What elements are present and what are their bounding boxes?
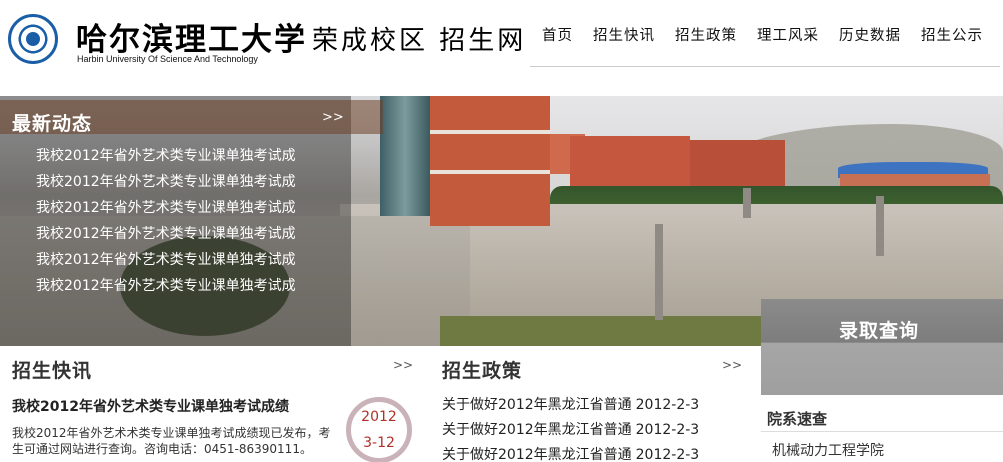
banner-lamp	[743, 188, 751, 218]
latest-news-panel: 最新动态 >> 我校2012年省外艺术类专业课单独考试成 我校2012年省外艺术…	[0, 96, 383, 346]
nav-history-data[interactable]: 历史数据	[829, 24, 911, 45]
university-name-en: Harbin University Of Science And Technol…	[77, 54, 258, 64]
banner-glass-facade	[380, 96, 430, 216]
policy-item-title: 关于做好2012年黑龙江省普通	[442, 447, 632, 462]
banner-building	[690, 140, 785, 188]
admission-policy-more-link[interactable]: >>	[722, 358, 742, 372]
latest-news-title: 最新动态	[12, 113, 93, 135]
policy-item-date: 2012-2-3	[635, 447, 700, 462]
banner-building	[570, 136, 690, 191]
latest-news-item[interactable]: 我校2012年省外艺术类专业课单独考试成	[36, 273, 296, 299]
department-lookup-heading: 院系速查	[767, 410, 828, 428]
university-emblem-icon	[8, 14, 58, 64]
latest-news-header: 最新动态 >>	[0, 100, 383, 135]
policy-item-date: 2012-2-3	[635, 397, 700, 413]
admission-query-panel: 录取查询 院系速查 机械动力工程学院	[761, 299, 1003, 462]
nav-admission-policy[interactable]: 招生政策	[665, 24, 747, 45]
nav-admission-news[interactable]: 招生快讯	[583, 24, 665, 45]
latest-news-item[interactable]: 我校2012年省外艺术类专业课单独考试成	[36, 221, 296, 247]
banner-lamp	[655, 224, 663, 320]
department-divider	[761, 431, 1003, 432]
nav-admission-notice[interactable]: 招生公示	[911, 24, 993, 45]
latest-news-item[interactable]: 我校2012年省外艺术类专业课单独考试成	[36, 247, 296, 273]
admission-news-summary: 我校2012年省外艺术术类专业课单独考试成绩现已发布，考生可通过网站进行查询。咨…	[12, 426, 331, 456]
nav-divider	[530, 66, 1000, 67]
nav-home[interactable]: 首页	[532, 24, 583, 45]
university-name-cn: 哈尔滨理工大学	[76, 22, 307, 58]
policy-item[interactable]: 关于做好2012年黑龙江省普通 2012-2-3	[442, 443, 699, 462]
admission-news-more-link[interactable]: >>	[393, 358, 413, 372]
site-header: 哈尔滨理工大学 Harbin University Of Science And…	[0, 0, 1003, 96]
site-name: 荣成校区 招生网	[312, 26, 527, 56]
building-stripe	[430, 130, 550, 134]
admission-news-headline[interactable]: 我校2012年省外艺术类专业课单独考试成绩	[12, 396, 289, 416]
admission-news-section: 招生快讯 >> 我校2012年省外艺术类专业课单独考试成绩 我校2012年省外艺…	[0, 346, 425, 462]
policy-item-title: 关于做好2012年黑龙江省普通	[442, 422, 632, 438]
department-link[interactable]: 机械动力工程学院	[772, 440, 884, 460]
admission-policy-section: 招生政策 >> 关于做好2012年黑龙江省普通 2012-2-3 关于做好2012…	[430, 346, 760, 462]
admission-query-header[interactable]: 录取查询	[761, 299, 1003, 395]
admission-policy-title: 招生政策	[442, 360, 523, 382]
admission-policy-list: 关于做好2012年黑龙江省普通 2012-2-3 关于做好2012年黑龙江省普通 2…	[442, 393, 699, 462]
latest-news-item[interactable]: 我校2012年省外艺术类专业课单独考试成	[36, 143, 296, 169]
date-badge: 2012 3-12	[346, 397, 412, 462]
building-stripe	[430, 170, 550, 174]
date-badge-year: 2012	[361, 409, 397, 425]
main-nav: 首页 招生快讯 招生政策 理工风采 历史数据 招生公示	[532, 24, 993, 45]
policy-item-title: 关于做好2012年黑龙江省普通	[442, 397, 632, 413]
admission-news-title: 招生快讯	[12, 360, 93, 382]
banner-lamp	[876, 196, 884, 256]
latest-news-item[interactable]: 我校2012年省外艺术类专业课单独考试成	[36, 195, 296, 221]
policy-item-date: 2012-2-3	[635, 422, 700, 438]
date-badge-month-day: 3-12	[363, 435, 395, 451]
policy-item[interactable]: 关于做好2012年黑龙江省普通 2012-2-3	[442, 393, 699, 418]
admission-query-title: 录取查询	[839, 320, 920, 342]
nav-campus-style[interactable]: 理工风采	[747, 24, 829, 45]
latest-news-item[interactable]: 我校2012年省外艺术类专业课单独考试成	[36, 169, 296, 195]
policy-item[interactable]: 关于做好2012年黑龙江省普通 2012-2-3	[442, 418, 699, 443]
banner-building	[430, 96, 550, 226]
latest-news-more-link[interactable]: >>	[322, 110, 344, 125]
latest-news-list: 我校2012年省外艺术类专业课单独考试成 我校2012年省外艺术类专业课单独考试…	[36, 143, 296, 299]
